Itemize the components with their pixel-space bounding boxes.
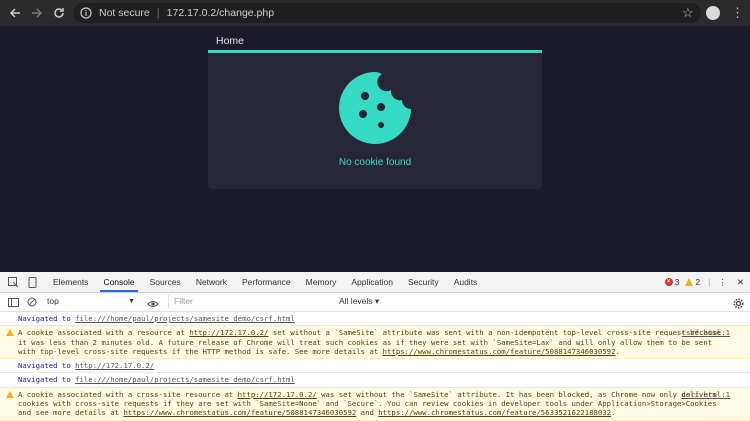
tab-elements[interactable]: Elements	[53, 272, 88, 292]
account-icon[interactable]	[706, 6, 720, 20]
info-icon[interactable]	[79, 6, 93, 20]
console-navigation-row: Navigated to http://172.17.0.2/	[0, 359, 750, 374]
tab-security[interactable]: Security	[408, 272, 439, 292]
tab-audits[interactable]: Audits	[454, 272, 478, 292]
levels-select[interactable]: All levels ▾	[339, 295, 379, 308]
tab-network[interactable]: Network	[196, 272, 227, 292]
cookie-icon	[336, 69, 414, 152]
address-bar[interactable]: Not secure | 172.17.0.2/change.php	[73, 3, 701, 23]
error-icon[interactable]: ✕	[664, 278, 673, 286]
close-icon[interactable]: ✕	[737, 277, 744, 288]
devtools-menu-icon[interactable]: ⋮	[718, 277, 727, 288]
console-log: Navigated to file:///home/paul/projects/…	[0, 312, 750, 421]
console-navigation-row: Navigated to file:///home/paul/projects/…	[0, 312, 750, 327]
filter-input[interactable]: Filter	[168, 295, 339, 308]
tab-console[interactable]: Console	[100, 272, 138, 292]
divider: |	[708, 277, 711, 287]
no-cookie-message: No cookie found	[338, 157, 412, 168]
tab-sources[interactable]: Sources	[150, 272, 181, 292]
kebab-menu-icon[interactable]: ⋮	[731, 5, 744, 21]
star-icon[interactable]: ☆	[682, 5, 694, 21]
separator: |	[156, 7, 160, 19]
forward-icon[interactable]	[26, 0, 48, 26]
console-navigation-row: Navigated to file:///home/paul/projects/…	[0, 373, 750, 388]
source-link[interactable]: csrf.html:1	[682, 328, 730, 337]
url-text[interactable]: 172.17.0.2/change.php	[167, 7, 274, 19]
device-toggle-icon[interactable]	[26, 276, 38, 288]
devtools-panel: Elements Console Sources Network Perform…	[0, 272, 750, 421]
console-warning-row: A cookie associated with a cross-site re…	[0, 387, 750, 421]
inspect-icon[interactable]	[7, 276, 19, 288]
nav-bar: Home	[208, 30, 542, 51]
tab-performance[interactable]: Performance	[242, 272, 291, 292]
warning-count[interactable]: 2	[695, 277, 700, 287]
context-select[interactable]: top ▼	[47, 295, 135, 308]
error-count[interactable]: 3	[675, 277, 680, 287]
tab-application[interactable]: Application	[351, 272, 393, 292]
console-toolbar: top ▼ Filter All levels ▾	[0, 293, 750, 312]
devtools-status: ✕ 3 2 | ⋮ ✕	[664, 272, 744, 292]
security-label: Not secure	[99, 7, 150, 19]
context-value: top	[47, 296, 59, 306]
console-warning-row: A cookie associated with a resource at h…	[0, 326, 750, 360]
warning-icon	[6, 329, 14, 337]
sidebar-toggle-icon[interactable]	[7, 296, 19, 308]
warning-icon	[6, 390, 14, 398]
devtools-tabbar: Elements Console Sources Network Perform…	[0, 272, 750, 293]
tab-underline	[208, 50, 542, 53]
tab-home[interactable]: Home	[216, 35, 244, 47]
warning-icon[interactable]	[685, 278, 694, 286]
tab-memory[interactable]: Memory	[306, 272, 337, 292]
reload-icon[interactable]	[48, 0, 70, 26]
back-icon[interactable]	[4, 0, 26, 26]
clear-console-icon[interactable]	[26, 296, 38, 308]
source-link[interactable]: csrf.html:1	[682, 390, 730, 399]
chevron-down-icon: ▼	[128, 298, 135, 305]
